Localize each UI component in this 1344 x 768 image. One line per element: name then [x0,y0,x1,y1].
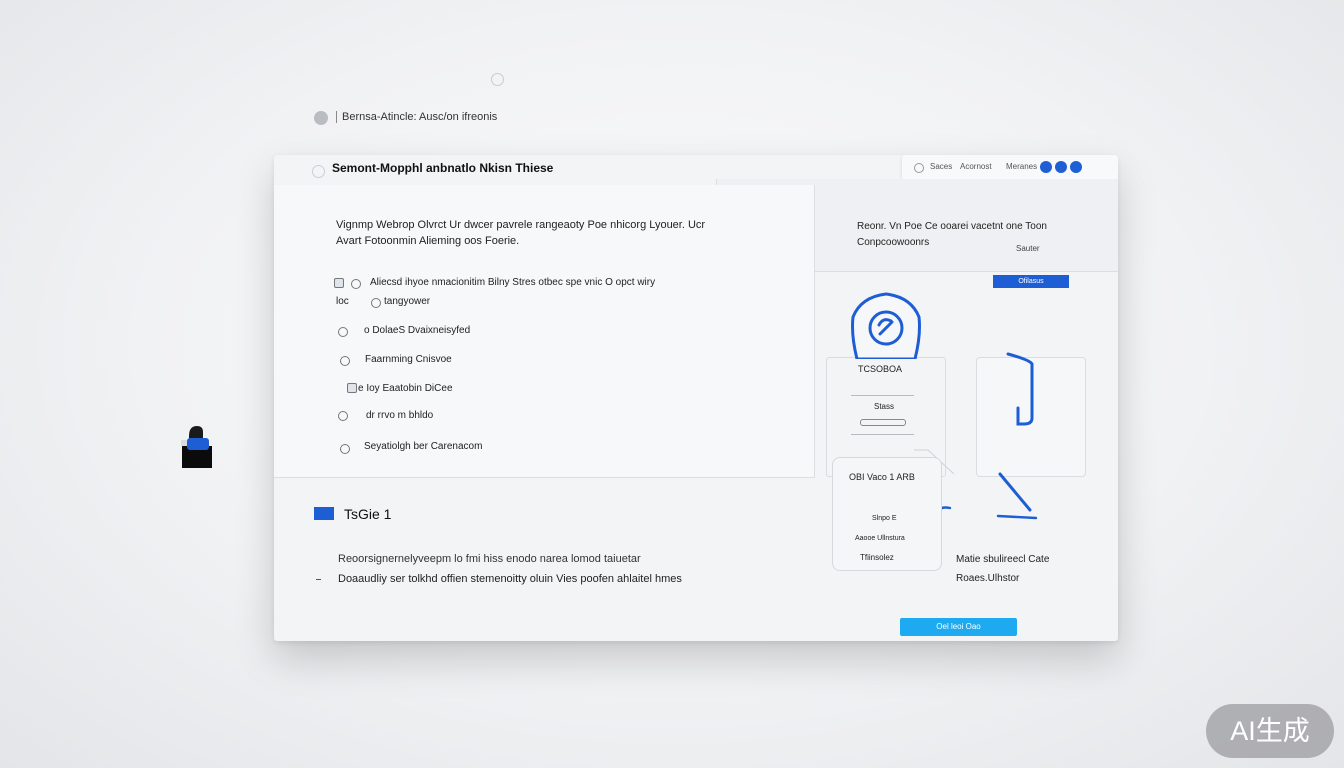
list-item-icon [347,383,357,393]
intro-text: Vignmp Webrop Olvrct Ur dwcer pavrele ra… [336,217,705,249]
flag-icon [314,507,334,520]
list-item-icon [338,327,348,337]
list-item[interactable]: Seyatiolgh ber Carenacom [364,441,482,452]
right-text-line-1: Reonr. Vn Poe Ce ooarei vacetnt one Toon [857,221,1047,232]
side-note-line-2: Roaes.Ulhstor [956,573,1020,584]
window-controls: Saces Acornost Meranes [902,155,1118,182]
divider [851,395,914,396]
cta-button[interactable]: Oel leoi Oao [900,618,1017,636]
list-item-icon [351,279,361,289]
window-dot-1[interactable] [1040,161,1052,173]
settings-icon[interactable] [914,163,924,173]
list-item-icon [340,356,350,366]
window-title: Semont-Mopphl anbnatlo Nkisn Thiese [332,161,554,175]
device-lock-icon [181,426,212,468]
divider [851,434,914,435]
info-card-line-3: Tfiinsolez [860,553,894,562]
list-item-sub: loc [336,296,349,307]
list-item-icon [338,411,348,421]
loading-indicator-icon [491,73,504,86]
control-label-c[interactable]: Meranes [1006,162,1037,171]
list-item[interactable]: Faarnming Cnisvoe [365,354,452,365]
form-card-input[interactable] [860,419,906,426]
side-note-line-1: Matie sbulireecl Cate [956,554,1050,565]
window-dot-3[interactable] [1070,161,1082,173]
intro-line-2: Avart Fotoonmin Alieming oos Foerie. [336,235,520,247]
breadcrumb[interactable]: Bernsa-Atincle: Ausc/on ifreonis [342,111,497,123]
window-dot-2[interactable] [1055,161,1067,173]
divider [336,111,337,123]
form-card-field-label: Stass [874,402,895,411]
control-label-a[interactable]: Saces [930,162,952,171]
info-card-line-2: Aaooe Ullnstura [855,535,905,542]
brand-logo-icon [851,292,921,359]
list-item[interactable]: dr rrvo m bhldo [366,410,433,421]
app-window: Semont-Mopphl anbnatlo Nkisn Thiese Sace… [274,155,1118,641]
right-panel-button[interactable]: Ofilasus [993,275,1069,288]
connector-lines [914,352,1038,520]
section-description-2: Doaaudliy ser tolkhd offien stemenoitty … [338,573,682,585]
section-description-1: Reoorsignernelyveepm lo fmi hiss enodo n… [338,553,641,565]
intro-line-1: Vignmp Webrop Olvrct Ur dwcer pavrele ra… [336,219,706,231]
window-icon [312,165,325,178]
bullet-dash [316,579,321,580]
list-item[interactable]: Aliecsd ihyoe nmacionitim Bilny Stres ot… [370,277,655,288]
list-item-sub: tangyower [384,296,431,307]
info-card-caption: OBI Vaco 1 ARB [849,472,915,482]
list-item-icon [371,298,381,308]
info-card-line-1: Slnpo E [872,515,897,522]
list-item-icon [340,444,350,454]
section-title: TsGie 1 [344,506,392,522]
list-item-icon [334,278,344,288]
list-item[interactable]: o DolaeS Dvaixneisyfed [364,325,470,336]
list-item[interactable]: e Ioy Eaatobin DiCee [358,383,453,394]
avatar[interactable] [314,111,328,125]
control-label-b[interactable]: Acornost [960,162,992,171]
right-panel-caption: Sauter [1016,244,1040,253]
form-card-title: TCSOBOA [858,364,903,374]
ai-generated-badge: AI生成 [1206,704,1334,758]
